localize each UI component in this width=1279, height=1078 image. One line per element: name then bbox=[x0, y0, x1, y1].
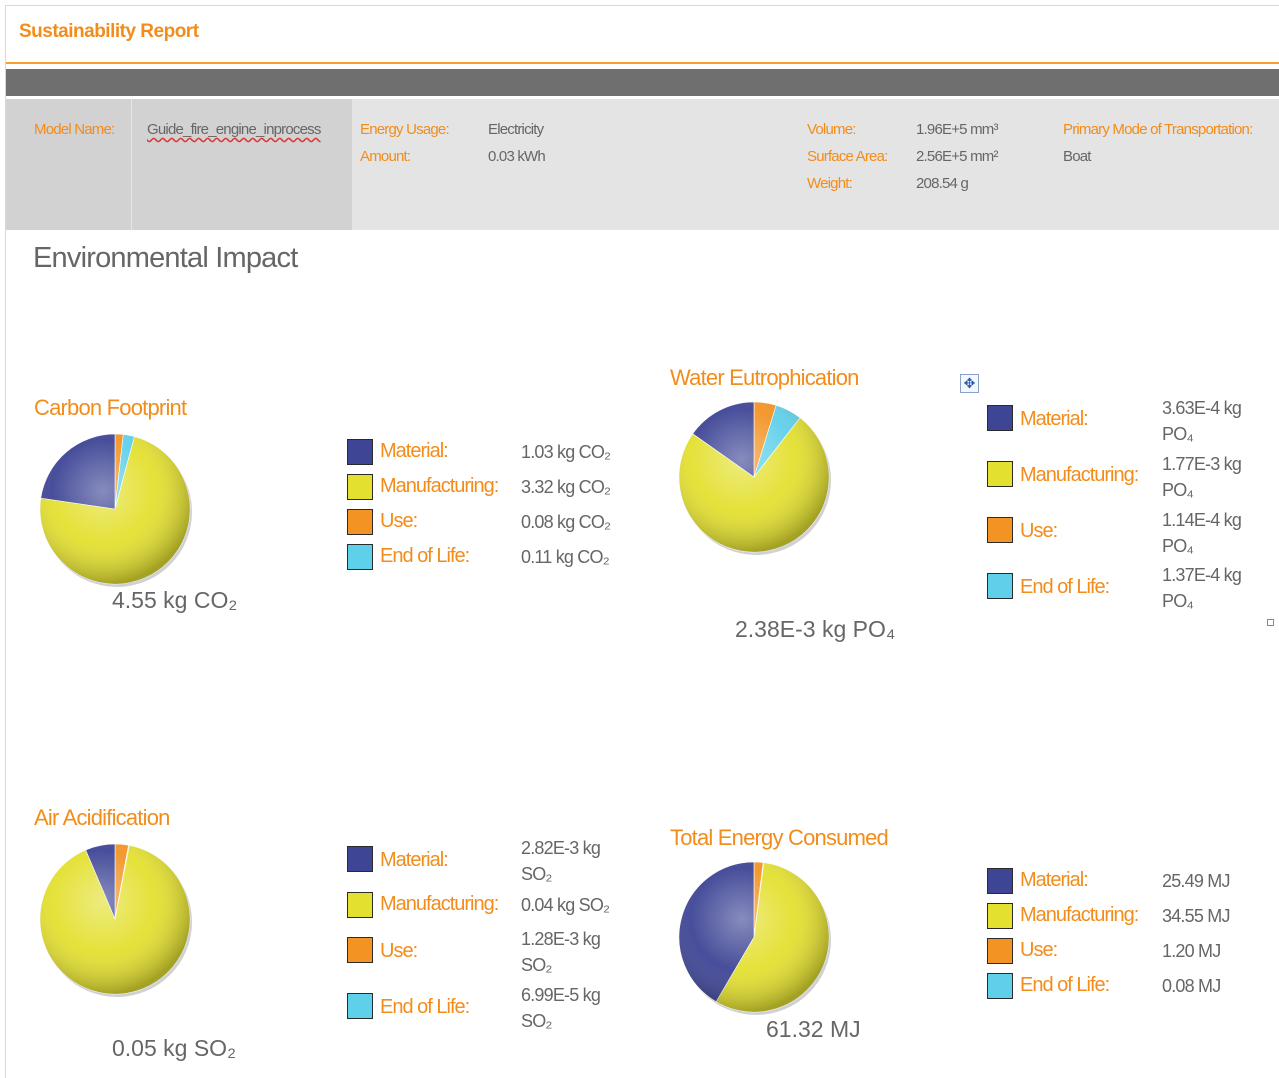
legend-value-use: 1.20 MJ bbox=[1162, 941, 1221, 961]
legend-swatch-end-of-life bbox=[347, 544, 373, 570]
legend-value-manufacturing: 34.55 MJ bbox=[1162, 906, 1230, 926]
legend-value-end-of-life: 0.08 MJ bbox=[1162, 976, 1221, 996]
pie-gloss bbox=[679, 402, 829, 552]
legend-label-end-of-life: End of Life: bbox=[1020, 974, 1110, 996]
pie-chart bbox=[678, 401, 831, 555]
legend-value-material: 2.82E-3 kg SO₂ bbox=[521, 838, 601, 884]
legend-value-manufacturing: 0.04 kg SO₂ bbox=[521, 895, 610, 915]
legend-value-end-of-life: 1.37E-4 kg PO₄ bbox=[1162, 565, 1242, 611]
legend-label-manufacturing: Manufacturing: bbox=[380, 475, 499, 497]
legend-label-manufacturing: Manufacturing: bbox=[380, 893, 499, 915]
legend-swatch-manufacturing bbox=[987, 461, 1013, 487]
model-info-dark-area bbox=[6, 99, 352, 230]
section-title: Environmental Impact bbox=[33, 242, 298, 274]
legend-swatch-material bbox=[347, 846, 373, 872]
legend-swatch-manufacturing bbox=[987, 903, 1013, 929]
transport-label: Primary Mode of Transportation: bbox=[1063, 121, 1253, 138]
legend-swatch-manufacturing bbox=[347, 892, 373, 918]
volume-label: Volume: bbox=[807, 121, 856, 138]
legend-value-manufacturing: 1.77E-3 kg PO₄ bbox=[1162, 454, 1242, 500]
legend-swatch-use bbox=[347, 509, 373, 535]
legend-label-manufacturing: Manufacturing: bbox=[1020, 904, 1139, 926]
volume-value: 1.96E+5 mm³ bbox=[916, 121, 998, 138]
legend-swatch-material bbox=[347, 439, 373, 465]
legend-value-use: 1.14E-4 kg PO₄ bbox=[1162, 510, 1242, 556]
amount-value: 0.03 kWh bbox=[488, 148, 546, 165]
pie-gloss bbox=[40, 844, 190, 994]
legend-value-end-of-life: 0.11 kg CO₂ bbox=[521, 547, 610, 567]
legend-swatch-material bbox=[987, 868, 1013, 894]
pie-gloss bbox=[40, 434, 190, 584]
energy-usage-value: Electricity bbox=[488, 121, 544, 138]
legend-label-material: Material: bbox=[380, 440, 449, 462]
chart-title: Water Eutrophication bbox=[670, 365, 859, 390]
chart-total: 61.32 MJ bbox=[766, 1016, 861, 1042]
model-info-separator bbox=[131, 99, 132, 230]
energy-usage-label: Energy Usage: bbox=[360, 121, 450, 138]
chart-title: Air Acidification bbox=[34, 805, 170, 830]
legend-value-material: 3.63E-4 kg PO₄ bbox=[1162, 398, 1242, 444]
legend-swatch-manufacturing bbox=[347, 474, 373, 500]
pie-chart bbox=[39, 433, 192, 587]
header-band bbox=[6, 69, 1279, 96]
resize-handle-icon[interactable] bbox=[1267, 619, 1274, 626]
weight-value: 208.54 g bbox=[916, 175, 969, 192]
legend-label-use: Use: bbox=[1020, 939, 1058, 961]
legend-label-manufacturing: Manufacturing: bbox=[1020, 464, 1139, 486]
pie-chart bbox=[678, 861, 831, 1015]
legend-label-material: Material: bbox=[1020, 869, 1089, 891]
legend-label-end-of-life: End of Life: bbox=[380, 996, 470, 1018]
legend-value-material: 1.03 kg CO₂ bbox=[521, 442, 611, 462]
legend-value-manufacturing: 3.32 kg CO₂ bbox=[521, 477, 611, 497]
model-name-label: Model Name: bbox=[34, 121, 115, 138]
legend-swatch-material bbox=[987, 405, 1013, 431]
chart-title: Total Energy Consumed bbox=[670, 825, 889, 850]
model-name-value: Guide_fire_engine_inprocess bbox=[147, 121, 321, 138]
legend-swatch-use bbox=[987, 938, 1013, 964]
legend-label-use: Use: bbox=[1020, 520, 1058, 542]
move-handle-icon[interactable]: ✥ bbox=[960, 374, 979, 393]
legend-swatch-use bbox=[987, 517, 1013, 543]
legend-swatch-end-of-life bbox=[987, 973, 1013, 999]
legend-label-use: Use: bbox=[380, 940, 418, 962]
transport-value: Boat bbox=[1063, 148, 1091, 165]
legend-label-end-of-life: End of Life: bbox=[1020, 576, 1110, 598]
chart-total: 4.55 kg CO₂ bbox=[112, 587, 238, 613]
chart-title: Carbon Footprint bbox=[34, 395, 187, 420]
model-info-panel: Model Name: Guide_fire_engine_inprocess … bbox=[6, 99, 1279, 230]
legend-swatch-end-of-life bbox=[347, 993, 373, 1019]
pie-gloss bbox=[679, 862, 829, 1012]
legend-label-use: Use: bbox=[380, 510, 418, 532]
title-divider bbox=[6, 62, 1279, 64]
legend-value-material: 25.49 MJ bbox=[1162, 871, 1230, 891]
surface-area-label: Surface Area: bbox=[807, 148, 888, 165]
pie-chart bbox=[39, 843, 192, 997]
amount-label: Amount: bbox=[360, 148, 411, 165]
legend-swatch-end-of-life bbox=[987, 573, 1013, 599]
legend-value-use: 1.28E-3 kg SO₂ bbox=[521, 929, 601, 975]
legend-value-use: 0.08 kg CO₂ bbox=[521, 512, 611, 532]
legend-label-material: Material: bbox=[380, 849, 449, 871]
weight-label: Weight: bbox=[807, 175, 853, 192]
legend-swatch-use bbox=[347, 937, 373, 963]
legend-label-end-of-life: End of Life: bbox=[380, 545, 470, 567]
chart-total: 2.38E-3 kg PO₄ bbox=[735, 616, 896, 642]
legend-value-end-of-life: 6.99E-5 kg SO₂ bbox=[521, 985, 601, 1031]
report-title: Sustainability Report bbox=[19, 21, 199, 42]
surface-area-value: 2.56E+5 mm² bbox=[916, 148, 998, 165]
legend-label-material: Material: bbox=[1020, 408, 1089, 430]
chart-total: 0.05 kg SO₂ bbox=[112, 1035, 236, 1061]
